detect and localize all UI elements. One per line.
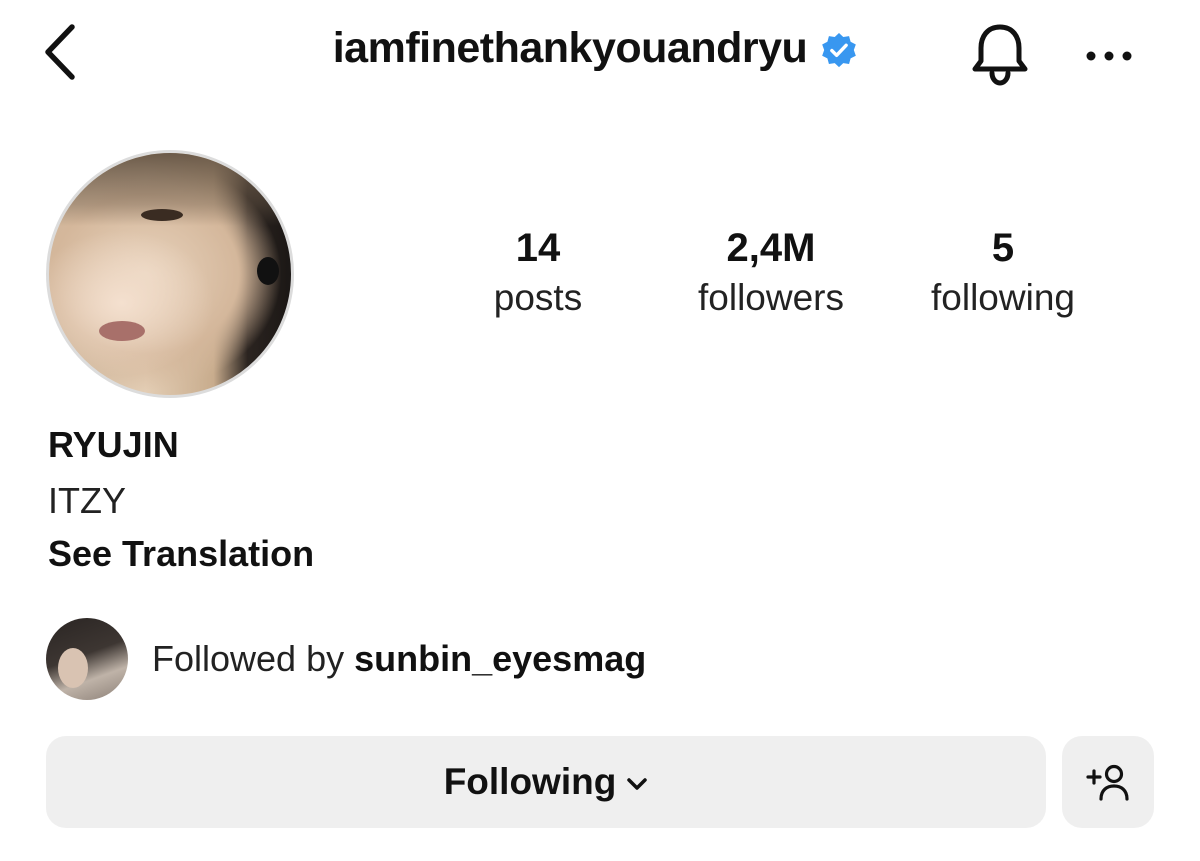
mutual-avatar-face-shape [58,648,88,688]
profile-username: iamfinethankyouandryu [332,24,808,72]
followers-label: followers [698,277,844,318]
followed-by-row[interactable]: Followed by sunbin_eyesmag [46,618,646,700]
mutual-follower-avatar [46,618,128,700]
followers-count: 2,4M [726,226,816,270]
profile-display-name: RYUJIN [48,424,179,465]
more-options-button[interactable] [1074,28,1144,84]
profile-header: iamfinethankyouandryu [0,0,1200,110]
stat-following[interactable]: 5 following [912,224,1094,324]
chevron-down-icon [626,777,648,791]
see-translation-link[interactable]: See Translation [48,533,314,575]
add-user-button[interactable] [1062,736,1154,828]
following-button[interactable]: Following [46,736,1046,828]
bell-icon [972,24,1028,86]
posts-count: 14 [515,226,561,270]
verified-badge-icon [819,31,859,71]
more-horizontal-icon [1086,51,1132,61]
following-count: 5 [991,226,1015,270]
add-user-icon [1086,764,1129,801]
posts-label: posts [493,277,583,318]
notifications-button[interactable] [962,18,1038,90]
followed-by-username[interactable]: sunbin_eyesmag [354,638,646,679]
stat-posts[interactable]: 14 posts [478,224,598,324]
profile-stats: 14 posts 2,4M followers 5 following [0,224,1200,334]
followed-by-prefix: Followed by [152,638,355,679]
profile-bio: ITZY [48,480,126,521]
stat-followers[interactable]: 2,4M followers [680,224,862,324]
following-button-label: Following [443,761,617,802]
following-label: following [931,277,1075,318]
avatar-eye-shape [141,209,183,221]
followed-by-text: Followed by sunbin_eyesmag [152,638,646,680]
